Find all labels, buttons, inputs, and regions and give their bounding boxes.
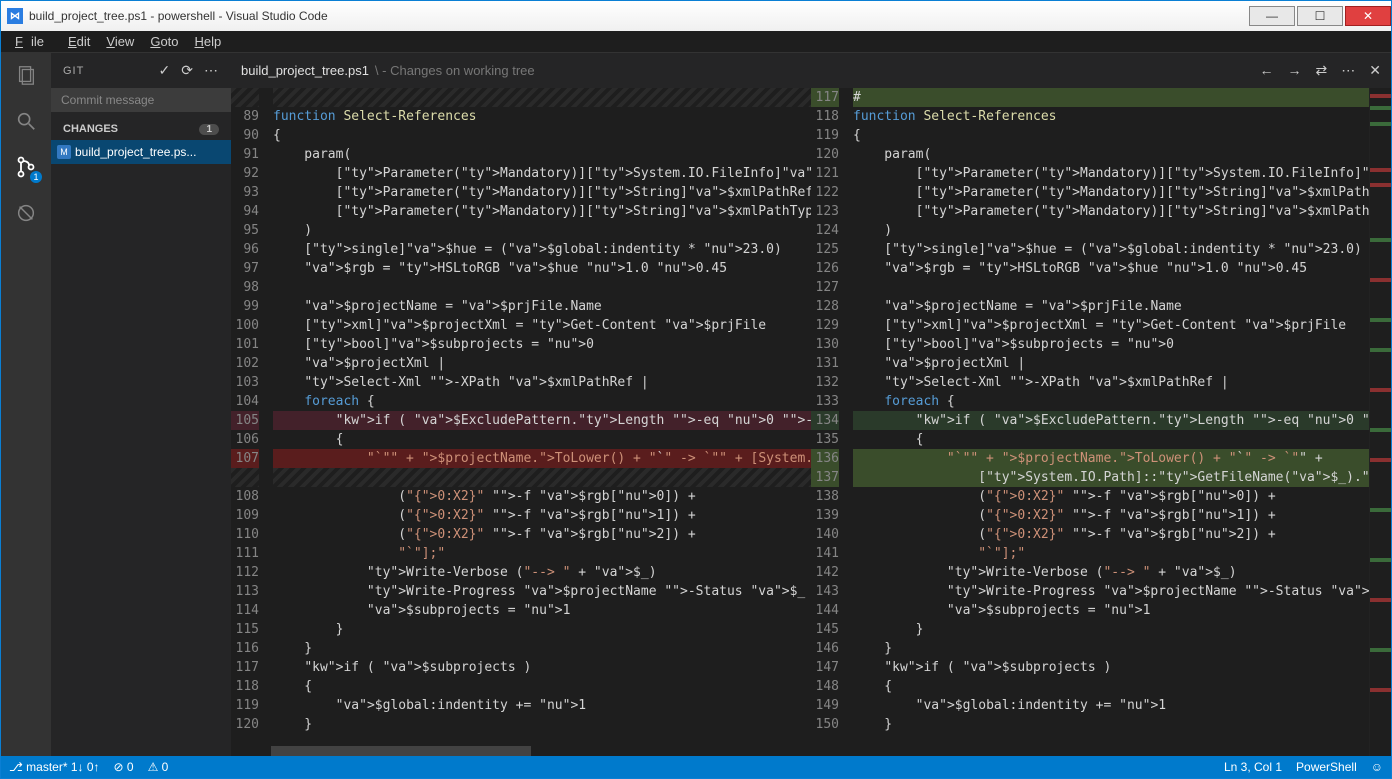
editor-tabbar: build_project_tree.ps1 \ - Changes on wo… <box>231 53 1391 88</box>
diff-right-pane[interactable]: 1171181191201211221231241251261271281291… <box>811 88 1391 756</box>
status-warnings[interactable]: ⚠ 0 <box>148 760 169 774</box>
commit-icon[interactable]: ✓ <box>159 62 172 79</box>
more-icon[interactable]: ⋯ <box>204 62 219 79</box>
diff-left-pane[interactable]: 8990919293949596979899100101102103104105… <box>231 88 811 756</box>
statusbar: ⎇ master* 1↓ 0↑ ⊘ 0 ⚠ 0 Ln 3, Col 1 Powe… <box>1 756 1391 778</box>
commit-input[interactable]: Commit message <box>51 88 231 112</box>
activity-bar: 1 <box>1 53 51 756</box>
search-icon[interactable] <box>12 107 40 135</box>
feedback-icon[interactable]: ☺ <box>1371 760 1383 774</box>
explorer-icon[interactable] <box>12 61 40 89</box>
debug-icon[interactable] <box>12 199 40 227</box>
menu-goto[interactable]: Goto <box>142 32 186 51</box>
tab-title[interactable]: build_project_tree.ps1 <box>241 63 369 78</box>
hscrollbar[interactable] <box>271 746 531 756</box>
sidebar: GIT ✓ ⟳ ⋯ Commit message CHANGES 1 M bui… <box>51 53 231 756</box>
tab-subtitle: \ - Changes on working tree <box>375 63 535 78</box>
menu-file[interactable]: File <box>7 32 60 51</box>
close-button[interactable]: ✕ <box>1345 6 1391 26</box>
editor-area: build_project_tree.ps1 \ - Changes on wo… <box>231 53 1391 756</box>
minimize-button[interactable]: — <box>1249 6 1295 26</box>
window: ⋈ build_project_tree.ps1 - powershell - … <box>0 0 1392 779</box>
changes-count: 1 <box>199 124 219 135</box>
diff-view: 8990919293949596979899100101102103104105… <box>231 88 1391 756</box>
changed-file-item[interactable]: M build_project_tree.ps... <box>51 140 231 164</box>
status-position[interactable]: Ln 3, Col 1 <box>1224 760 1282 774</box>
status-language[interactable]: PowerShell <box>1296 760 1357 774</box>
menu-view[interactable]: View <box>98 32 142 51</box>
file-name: build_project_tree.ps... <box>75 145 196 159</box>
maximize-button[interactable]: ☐ <box>1297 6 1343 26</box>
status-errors[interactable]: ⊘ 0 <box>114 760 134 774</box>
git-badge: 1 <box>30 171 42 183</box>
window-controls: — ☐ ✕ <box>1247 6 1391 26</box>
menu-edit[interactable]: Edit <box>60 32 98 51</box>
modified-badge: M <box>57 145 71 159</box>
titlebar[interactable]: ⋈ build_project_tree.ps1 - powershell - … <box>1 1 1391 31</box>
overview-ruler[interactable] <box>1369 88 1391 756</box>
menu-help[interactable]: Help <box>187 32 230 51</box>
toggle-view-icon[interactable]: ⇄ <box>1316 62 1328 79</box>
app-icon: ⋈ <box>7 8 23 24</box>
nav-forward-icon[interactable]: → <box>1288 62 1302 79</box>
close-editor-icon[interactable]: ✕ <box>1369 62 1381 79</box>
changes-header[interactable]: CHANGES 1 <box>51 118 231 140</box>
sidebar-section-header: GIT ✓ ⟳ ⋯ <box>51 53 231 88</box>
status-branch[interactable]: ⎇ master* 1↓ 0↑ <box>9 760 100 774</box>
editor-more-icon[interactable]: ⋯ <box>1341 62 1355 79</box>
window-title: build_project_tree.ps1 - powershell - Vi… <box>29 9 1247 23</box>
refresh-icon[interactable]: ⟳ <box>181 62 194 79</box>
menubar: File Edit View Goto Help <box>1 31 1391 53</box>
git-icon[interactable]: 1 <box>12 153 40 181</box>
nav-back-icon[interactable]: ← <box>1260 62 1274 79</box>
